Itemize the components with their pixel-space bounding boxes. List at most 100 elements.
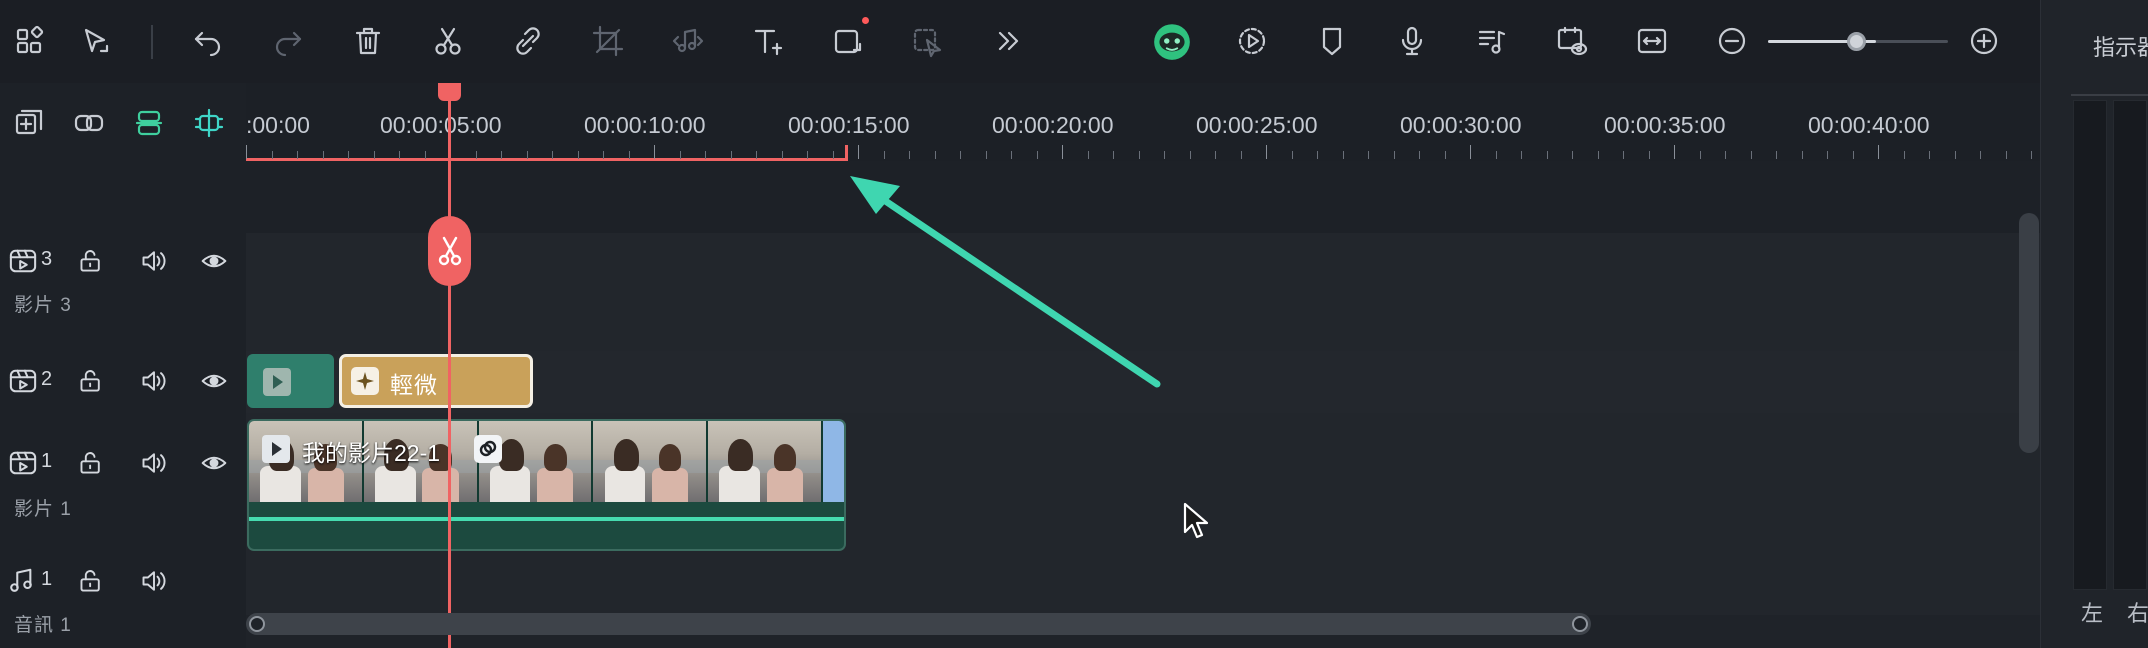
ruler-tick xyxy=(1317,151,1318,159)
ruler-tick xyxy=(425,151,426,159)
play-icon xyxy=(262,435,290,463)
ruler-time-label: 00:00:40:00 xyxy=(1808,112,1930,138)
lock-icon[interactable] xyxy=(76,448,106,478)
shape-icon[interactable] xyxy=(826,19,870,63)
snap-icon[interactable] xyxy=(189,103,229,143)
ruler-tick xyxy=(1343,151,1344,159)
ruler-tick xyxy=(1878,145,1879,159)
ruler-tick xyxy=(1853,151,1854,159)
video-clip[interactable]: 我的影片22-1 xyxy=(247,419,846,551)
ruler-tick xyxy=(1011,151,1012,159)
ruler-tick xyxy=(909,151,910,159)
scrollbar-end-handle[interactable] xyxy=(1572,616,1588,632)
ruler-tick xyxy=(1598,151,1599,159)
fit-icon[interactable] xyxy=(1630,19,1674,63)
ruler-tick xyxy=(1292,151,1293,159)
crop-icon[interactable] xyxy=(586,19,630,63)
audio-waveform xyxy=(249,517,844,521)
zoom-in-icon[interactable] xyxy=(1962,19,2006,63)
select-arrow-icon[interactable] xyxy=(74,19,118,63)
add-track-icon[interactable] xyxy=(9,103,49,143)
ruler-tick xyxy=(1037,151,1038,159)
ruler-tick xyxy=(1445,151,1446,159)
eye-icon[interactable] xyxy=(198,448,230,478)
ruler-tick xyxy=(374,151,375,159)
ruler-tick xyxy=(1904,151,1905,159)
ruler-tick xyxy=(2006,151,2007,159)
ruler-tick xyxy=(603,151,604,159)
ruler-tick xyxy=(1496,151,1497,159)
lock-icon[interactable] xyxy=(76,246,106,276)
delete-icon[interactable] xyxy=(346,19,390,63)
ruler-tick xyxy=(476,151,477,159)
time-ruler[interactable]: :00:00 00:00:05:00 00:00:10:00 00:00:15:00 0… xyxy=(246,83,2040,161)
lane-video-3[interactable] xyxy=(246,233,2040,351)
right-channel-label: 右 xyxy=(2127,601,2148,626)
video-clip-title: 我的影片22-1 xyxy=(302,440,441,466)
magnetic-icon[interactable] xyxy=(129,103,169,143)
lock-icon[interactable] xyxy=(76,366,106,396)
zoom-out-icon[interactable] xyxy=(1710,19,1754,63)
more-icon[interactable] xyxy=(986,19,1030,63)
track-video-2[interactable]: 2 xyxy=(0,354,246,414)
ruler-tick xyxy=(1215,151,1216,159)
ruler-tick xyxy=(1674,145,1675,159)
unlink-icon[interactable] xyxy=(506,19,550,63)
video-track-icon xyxy=(8,366,38,396)
undo-icon[interactable] xyxy=(186,19,230,63)
track-video-1[interactable]: 1 影片 1 xyxy=(0,420,246,552)
preview-icon[interactable] xyxy=(1550,19,1594,63)
redo-icon[interactable] xyxy=(266,19,310,63)
mic-icon[interactable] xyxy=(1390,19,1434,63)
playhead-handle[interactable] xyxy=(438,83,461,101)
ruler-time-label: 00:00:25:00 xyxy=(1196,112,1318,138)
layout-icon[interactable] xyxy=(8,19,52,63)
speaker-icon[interactable] xyxy=(138,366,170,396)
zoom-slider-thumb[interactable] xyxy=(1847,32,1866,51)
ruler-tick xyxy=(1113,151,1114,159)
horizontal-scrollbar[interactable] xyxy=(246,613,1591,635)
thumbnail xyxy=(593,421,709,502)
ruler-tick xyxy=(527,151,528,159)
ruler-tick xyxy=(1190,151,1191,159)
effect-clip-label: 輕微 xyxy=(390,372,438,398)
ruler-tick xyxy=(1521,151,1522,159)
ai-mascot-icon[interactable] xyxy=(1150,19,1194,63)
ruler-tick xyxy=(833,151,834,159)
ruler-tick xyxy=(1139,151,1140,159)
playhead-split-button[interactable] xyxy=(428,216,471,286)
speaker-icon[interactable] xyxy=(138,448,170,478)
track-audio-1[interactable]: 1 音訊 1 xyxy=(0,556,246,648)
ruler-time-label: 00:00:10:00 xyxy=(584,112,706,138)
link-icon[interactable] xyxy=(69,103,109,143)
scrollbar-start-handle[interactable] xyxy=(249,616,265,632)
panel-title: 指示器 xyxy=(2093,35,2148,60)
effect-clip[interactable]: 輕微 xyxy=(339,354,533,408)
ruler-tick xyxy=(1368,151,1369,159)
music-list-icon[interactable] xyxy=(1470,19,1514,63)
track-video-3[interactable]: 3 影片 3 xyxy=(0,230,246,350)
lock-icon[interactable] xyxy=(76,566,106,596)
play-icon xyxy=(263,368,291,396)
ruler-tick xyxy=(297,151,298,159)
ruler-tick xyxy=(1088,151,1089,159)
transition-clip[interactable] xyxy=(247,354,334,408)
audio-icon[interactable] xyxy=(666,19,710,63)
render-icon[interactable] xyxy=(1230,19,1274,63)
eye-icon[interactable] xyxy=(198,246,230,276)
timeline-area[interactable]: :00:00 00:00:05:00 00:00:10:00 00:00:15:00 0… xyxy=(246,83,2040,648)
vertical-scrollbar[interactable] xyxy=(2019,213,2039,453)
playhead[interactable] xyxy=(448,83,451,648)
text-icon[interactable] xyxy=(746,19,790,63)
marker-icon[interactable] xyxy=(1310,19,1354,63)
speaker-icon[interactable] xyxy=(138,566,170,596)
track-name: 影片 3 xyxy=(14,295,72,316)
ruler-tick xyxy=(1419,151,1420,159)
work-range-end[interactable] xyxy=(845,145,848,161)
speaker-icon[interactable] xyxy=(138,246,170,276)
ruler-time-label: 00:00:30:00 xyxy=(1400,112,1522,138)
cut-icon[interactable] xyxy=(426,19,470,63)
lane-audio-1[interactable] xyxy=(246,555,2040,615)
mask-icon[interactable] xyxy=(906,19,950,63)
eye-icon[interactable] xyxy=(198,366,230,396)
